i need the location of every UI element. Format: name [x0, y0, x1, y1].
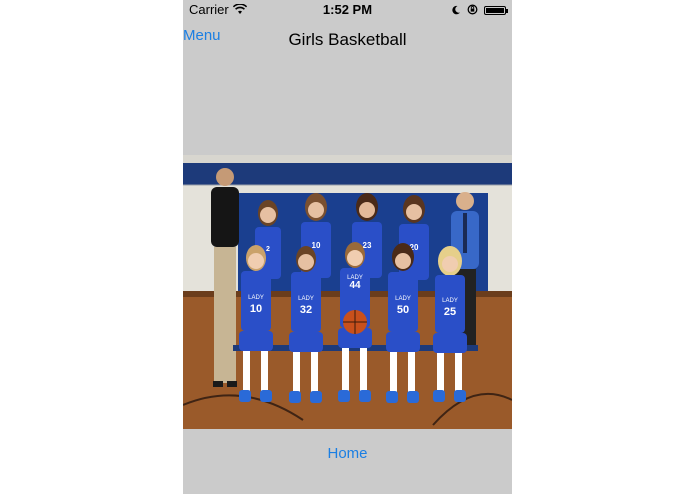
status-right-group [451, 3, 508, 18]
coach-left [211, 168, 239, 387]
rotation-lock-icon [467, 3, 478, 18]
jersey-lettering: LADY [298, 296, 314, 302]
jersey-number: 44 [349, 280, 361, 291]
jersey-number: 10 [312, 241, 321, 250]
jersey-lettering: LADY [248, 295, 264, 301]
battery-icon [484, 6, 508, 15]
jersey-number: 10 [250, 303, 262, 315]
jersey-number: 50 [397, 304, 409, 316]
jersey-number: 32 [300, 304, 312, 316]
page-title: Girls Basketball [288, 30, 407, 49]
home-button[interactable]: Home [183, 445, 512, 462]
status-bar: Carrier 1:52 PM [183, 0, 512, 20]
phone-screen: Carrier 1:52 PM Menu Girls Basketball 2 … [183, 0, 512, 494]
jersey-lettering: LADY [395, 296, 411, 302]
jersey-number: 23 [363, 241, 372, 250]
jersey-lettering: LADY [442, 298, 458, 304]
jersey-number: 25 [444, 306, 456, 318]
jersey-lettering: LADY [347, 275, 363, 281]
moon-icon [451, 3, 461, 18]
team-photo: 2 10 23 20 10 LADY 32 LADY 44 LADY 50 LA… [183, 155, 512, 429]
jersey-number: 2 [266, 246, 270, 253]
navigation-bar: Menu Girls Basketball [183, 20, 512, 60]
